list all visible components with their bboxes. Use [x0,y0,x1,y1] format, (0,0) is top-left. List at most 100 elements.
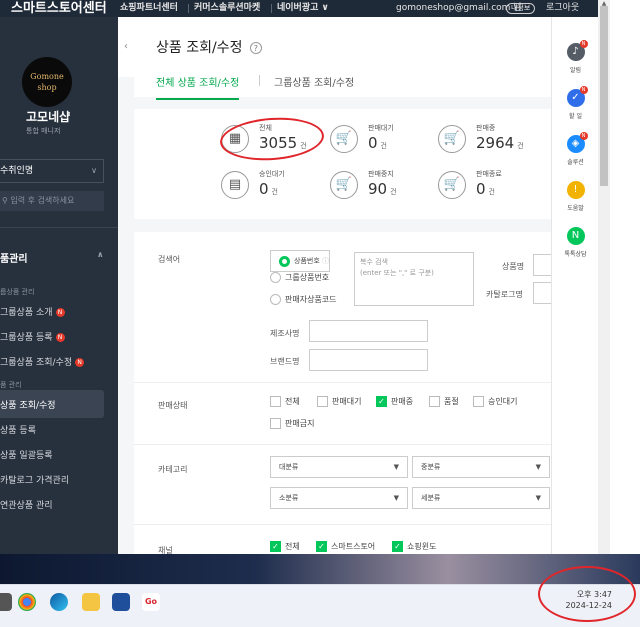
stat-item[interactable]: 🛒 판매대기 0 건 [330,121,440,161]
maker-input[interactable] [309,320,428,342]
sidebar-item-label: 상품 등록 [0,426,36,436]
radio-product-number[interactable]: 상품번호 ⓘ [270,250,330,272]
quick-panel-label: 톡톡상담 [564,251,587,258]
catalog-name-input[interactable] [533,282,551,304]
checkbox-sale-status[interactable]: 전체 [270,396,300,407]
sidebar-search-input[interactable]: ⚲ 입력 후 검색하세요 [0,191,104,211]
status-summary: ▦ 전체 3055 건 🛒 판매대기 0 건 🛒 판매중 2964 건 ▤ 승인대기 0 건 🛒 판매중지 90 건 🛒… [134,109,551,219]
store-app-icon[interactable] [112,593,130,611]
sidebar-item[interactable]: 그룹상품 조회/수정 N [0,355,85,368]
quick-panel-label: 알림 [569,67,582,74]
select-category-detail[interactable]: 세분류 ▼ [412,487,550,509]
quick-panel-help[interactable]: ! 도움말 [552,181,599,212]
taskbar-app-icon[interactable] [0,593,12,611]
menu-product-management[interactable]: 품관리 ∧ [0,250,104,265]
select-category-large[interactable]: 대분류 ▼ [270,456,408,478]
brand-input[interactable] [309,349,428,371]
info-icon: ⓘ [322,257,329,265]
tab-all-products[interactable]: 전체 상품 조회/수정 [156,74,240,100]
checkbox-box: ✓ [376,396,387,407]
multi-search-textarea[interactable]: 복수 검색 (enter 또는 "," 로 구분) [354,252,474,306]
quick-panel-bell[interactable]: ♪ N 알림 [552,40,599,74]
nav-shopping-partner[interactable]: 쇼핑파트너센터 [120,0,178,17]
quick-panel-talk[interactable]: N 톡톡상담 [552,227,599,258]
sidebar-item-label: 그룹상품 조회/수정 [0,358,73,368]
help-icon[interactable]: ? [249,42,262,54]
cart-clock-icon: 🛒 [330,125,358,153]
sidebar-item-label: 상품 조회/수정 [0,401,56,411]
my-info-button[interactable]: 내정보 [506,3,536,14]
radio-group-product-number[interactable]: 그룹상품번호 [270,272,329,283]
radio-dot [270,294,281,305]
checkbox-channel[interactable]: ✓ 전체 [270,541,300,552]
sidebar-item[interactable]: 그룹상품 등록 N [0,330,65,343]
logo-text: Gomone [30,72,64,81]
checkbox-box [270,396,281,407]
checkbox-label: 판매중 [391,397,414,406]
stat-item[interactable]: ▤ 승인대기 0 건 [221,167,331,207]
chevron-down-icon: ∨ [91,166,97,175]
checkbox-label: 판매대기 [332,397,362,406]
search-icon: ⚲ [2,196,8,205]
select-value: 소분류 [279,494,299,502]
caret-down-icon: ▼ [535,463,541,471]
logo-text: shop [37,83,57,92]
search-type-select[interactable]: 수취인명 ∨ [0,159,104,183]
sidebar-item[interactable]: 상품 등록 [0,423,36,436]
talk-icon: N [566,227,585,245]
bell-icon: ♪ N [566,40,588,61]
checkbox-sale-banned[interactable]: 판매금지 [270,418,314,429]
checkbox-channel[interactable]: ✓ 쇼핑윈도 [392,541,436,552]
app-logo-icon[interactable]: Go [142,593,160,611]
quick-panel-check[interactable]: ✓ N 할 일 [552,86,599,120]
sidebar-item[interactable]: 카탈로그 가격관리 [0,473,69,486]
checkbox-sale-status[interactable]: 품절 [429,396,459,407]
checkbox-channel[interactable]: ✓ 스마트스토어 [316,541,375,552]
new-badge: N [579,132,588,140]
quick-panel-solution[interactable]: ◈ N 솔루션 [552,132,599,166]
new-badge: N [579,86,588,94]
nav-commerce-market[interactable]: 커머스솔루션마켓 [194,0,260,17]
sidebar-item[interactable]: 상품 조회/수정 [0,390,104,418]
checkbox-sale-status[interactable]: ✓ 판매중 [376,396,413,407]
radio-dot [279,255,290,267]
product-name-input[interactable] [533,254,551,276]
tab-separator [259,75,260,86]
logout-link[interactable]: 로그아웃 [546,0,579,17]
shop-name: 고모네샵 [26,110,71,124]
divider [0,227,118,228]
textarea-placeholder: 복수 검색 [360,258,388,266]
checkbox-label: 승인대기 [488,397,518,406]
edge-icon[interactable] [50,593,68,611]
checkbox-sale-status[interactable]: 승인대기 [473,396,517,407]
stat-label: 판매대기 [368,124,394,132]
nav-naver-ads[interactable]: 네이버광고 ∨ [277,0,329,17]
stat-item[interactable]: 🛒 판매종료 0 건 [438,167,548,207]
stat-item[interactable]: 🛒 판매중 2964 건 [438,121,548,161]
page-title-text: 상품 조회/수정 [156,40,243,56]
sidebar-category: 품 관리 [0,380,22,390]
select-category-medium[interactable]: 중분류 ▼ [412,456,550,478]
checkbox-box: ✓ [392,541,403,552]
checkbox-sale-status[interactable]: 판매대기 [317,396,361,407]
category-label: 룹상품 관리 [0,288,35,296]
sidebar-item[interactable]: 연관상품 관리 [0,498,53,511]
channel-label: 채널 [158,546,173,554]
scrollbar-thumb[interactable] [600,6,608,186]
document-icon: ▤ [221,171,249,199]
page-scrollbar[interactable]: ▲ ▼ [598,0,610,565]
stat-item[interactable]: 🛒 판매중지 90 건 [330,167,440,207]
top-navigation-bar: 스마트스토어센터 쇼핑파트너센터 커머스솔루션마켓 네이버광고 ∨ gomone… [0,0,598,17]
sidebar-item-label: 상품 일괄등록 [0,451,53,461]
chrome-icon[interactable] [18,593,36,611]
radio-seller-code[interactable]: 판매자상품코드 [270,294,337,305]
select-value: 세분류 [421,494,441,502]
checkbox-box: ✓ [316,541,327,552]
file-explorer-icon[interactable] [82,593,100,611]
sidebar-item[interactable]: 그룹상품 소개 N [0,305,65,318]
brand-title[interactable]: 스마트스토어센터 [11,0,107,17]
sidebar-collapse-button[interactable]: ‹ [118,17,134,77]
sidebar-item[interactable]: 상품 일괄등록 [0,448,53,461]
select-category-small[interactable]: 소분류 ▼ [270,487,408,509]
tab-group-products[interactable]: 그룹상품 조회/수정 [274,74,354,89]
